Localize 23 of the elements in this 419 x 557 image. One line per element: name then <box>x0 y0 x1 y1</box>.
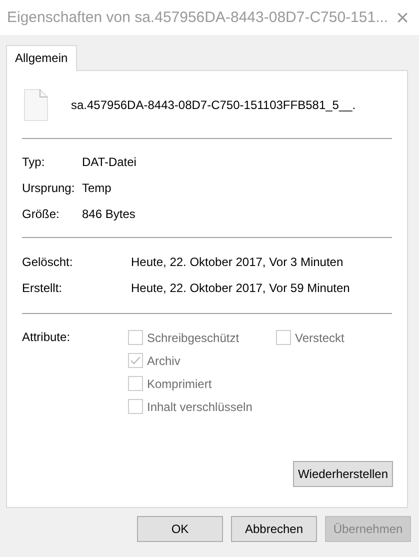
field-label: Ursprung: <box>22 181 76 195</box>
checkbox-label: Komprimiert <box>147 376 212 390</box>
field-label: Typ: <box>22 155 46 169</box>
window-title: Eigenschaften von sa.457956DA-8443-08D7-C750-151... <box>7 9 388 26</box>
field-label: Gelöscht: <box>22 255 74 269</box>
field-label: Größe: <box>22 207 60 221</box>
field-value: Temp <box>82 181 112 195</box>
field-value: Heute, 22. Oktober 2017, Vor 59 Minuten <box>131 281 351 295</box>
file-name: sa.457956DA-8443-08D7-C750-151103FFB581_5__. <box>71 98 356 112</box>
tab[interactable]: Allgemein <box>6 45 77 71</box>
field-value: Heute, 22. Oktober 2017, Vor 3 Minuten <box>131 255 344 269</box>
dialog-button[interactable]: OK <box>137 516 223 542</box>
field-value: DAT-Datei <box>82 155 138 169</box>
file-icon <box>24 88 48 120</box>
field-value: 846 Bytes <box>82 207 136 221</box>
field-label: Erstellt: <box>22 281 64 295</box>
checkbox-label: Archiv <box>147 354 180 368</box>
checkbox-label: Inhalt verschlüsseln <box>147 400 252 414</box>
dialog-button[interactable]: Abbrechen <box>231 516 317 542</box>
restore-button[interactable]: Wiederherstellen <box>292 461 393 487</box>
field-label: Attribute: <box>22 330 72 346</box>
checkbox-label: Versteckt <box>295 330 344 344</box>
checkbox-label: Schreibgeschützt <box>147 330 240 344</box>
